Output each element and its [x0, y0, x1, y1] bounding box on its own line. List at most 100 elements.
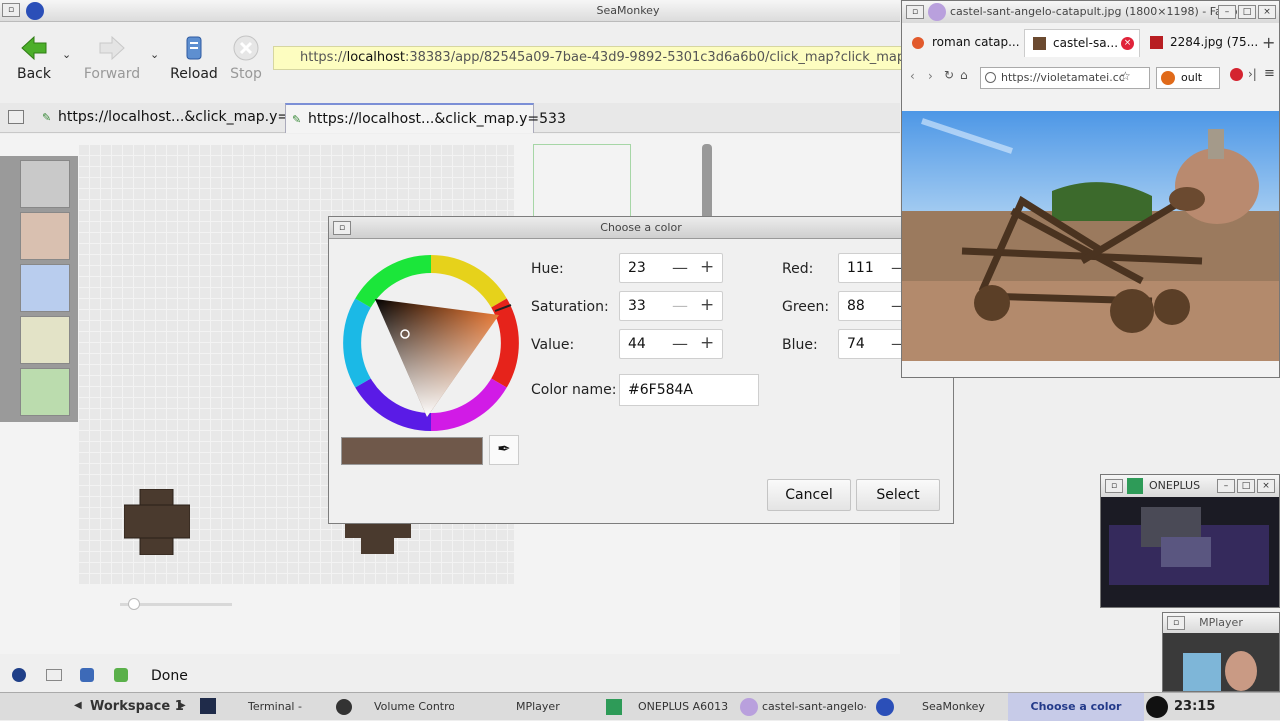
hue-wheel[interactable] [343, 255, 519, 431]
stop-button[interactable]: Stop [216, 34, 276, 82]
close-button[interactable]: × [1257, 479, 1275, 493]
composer-icon[interactable] [80, 668, 94, 682]
webcam-video [1163, 633, 1279, 691]
tab-2[interactable]: ✎ https://localhost...&click_map.y=533 [285, 103, 566, 133]
add-tool-icon[interactable] [20, 316, 70, 364]
task-label: Volume Control [374, 700, 454, 713]
site-info-icon[interactable] [985, 72, 996, 83]
falkon-tab-1[interactable]: roman catap... [904, 29, 1022, 57]
tab-list-icon[interactable] [8, 110, 24, 124]
window-menu-button[interactable]: ▫ [1105, 479, 1123, 493]
brown-pixel-shape [124, 489, 190, 555]
task-seamonkey[interactable]: SeaMonkey [874, 693, 1002, 721]
preview-frame [533, 144, 631, 224]
close-button[interactable]: × [1258, 5, 1276, 19]
address-text: https://violetamatei.cc [1001, 71, 1125, 84]
mail-icon[interactable] [46, 669, 62, 681]
cancel-button[interactable]: Cancel [767, 479, 851, 511]
hue-spinbox[interactable]: 23 — + [619, 253, 723, 283]
mplayer-window: ▫ MPlayer [1162, 612, 1280, 692]
workspace-prev-icon[interactable]: ◀ [74, 700, 82, 711]
catapult-image [902, 111, 1279, 361]
globe-icon[interactable] [12, 668, 26, 682]
increment-icon[interactable]: + [700, 333, 714, 353]
vertical-slider[interactable] [702, 144, 712, 224]
phone-screen-mirror[interactable] [1101, 497, 1279, 607]
bookmark-star-icon[interactable]: ☆ [1120, 69, 1131, 83]
window-menu-button[interactable]: ▫ [1167, 616, 1185, 630]
task-mplayer[interactable]: MPlayer [516, 693, 596, 721]
task-label: Terminal - [248, 700, 302, 713]
forward-icon[interactable]: › [928, 69, 933, 83]
url-prefix: https:// [300, 50, 347, 65]
menu-icon[interactable]: ≡ [1264, 66, 1275, 81]
oneplus-titlebar: ▫ ONEPLUS – □ × [1101, 475, 1279, 497]
forward-button[interactable]: Forward [82, 34, 142, 82]
paint-brush-tool-icon[interactable] [20, 212, 70, 260]
url-field[interactable]: https://localhost:38383/app/82545a09-7ba… [273, 46, 913, 70]
task-label: MPlayer [516, 700, 560, 713]
task-choose-a-color[interactable]: Choose a color [1008, 693, 1144, 721]
back-icon[interactable]: ‹ [910, 69, 915, 83]
new-file-tool-icon[interactable] [20, 160, 70, 208]
minimize-button[interactable]: – [1218, 5, 1236, 19]
dialog-title: Choose a color [600, 221, 682, 234]
url-host: localhost [346, 50, 405, 65]
window-menu-button[interactable]: ▫ [906, 5, 924, 19]
adblock-icon[interactable] [1230, 68, 1243, 81]
saturation-spinbox[interactable]: 33 — + [619, 291, 723, 321]
falkon-tab-2[interactable]: castel-sa... × [1024, 29, 1140, 57]
url-path: :38383/app/82545a09-7bae-43d9-9892-5301c… [404, 50, 913, 65]
falkon-search-field[interactable]: oult [1156, 67, 1220, 89]
back-button[interactable]: Back [4, 34, 64, 82]
workspace-next-icon[interactable]: ▶ [178, 700, 186, 711]
task-terminal[interactable]: Terminal - [196, 693, 326, 721]
select-button[interactable]: Select [856, 479, 940, 511]
hue-label: Hue: [531, 261, 564, 277]
maximize-button[interactable]: □ [1237, 479, 1255, 493]
back-dropdown-icon[interactable]: ⌄ [62, 48, 71, 61]
search-engine-icon[interactable] [1161, 71, 1175, 85]
increment-icon[interactable]: + [700, 295, 714, 315]
seamonkey-icon [876, 698, 894, 716]
eyedropper-button[interactable]: ✒ [489, 435, 519, 465]
color-name-field[interactable]: #6F584A [619, 374, 759, 406]
decrement-icon[interactable]: — [672, 296, 688, 315]
green-value: 88 [847, 298, 865, 314]
falkon-tab-3[interactable]: 2284.jpg (75... [1142, 29, 1260, 57]
value-spinbox[interactable]: 44 — + [619, 329, 723, 359]
tab-1[interactable]: ✎ https://localhost...&click_map.y=177 [36, 103, 316, 133]
favicon-icon: ✎ [42, 111, 52, 124]
task-falkon[interactable]: castel-sant-angelo-c [738, 693, 866, 721]
reload-button[interactable]: Reload [164, 34, 224, 82]
volume-icon [336, 699, 352, 715]
increment-icon[interactable]: + [700, 257, 714, 277]
minimize-button[interactable]: – [1217, 479, 1235, 493]
tab-label: https://localhost...&click_map.y=177 [58, 109, 316, 125]
reload-icon[interactable]: ↻ [944, 68, 954, 82]
tray-app-icon[interactable] [1146, 696, 1168, 718]
move-tool-icon[interactable] [20, 264, 70, 312]
value-value: 44 [628, 336, 646, 352]
decrement-icon[interactable]: — [672, 334, 688, 353]
maximize-button[interactable]: □ [1238, 5, 1256, 19]
task-oneplus[interactable]: ONEPLUS A6013 [604, 693, 732, 721]
seamonkey-titlebar: ▫ SeaMonkey [0, 0, 900, 22]
decrement-icon[interactable]: — [672, 258, 688, 277]
brown-pixel-shape-2 [345, 522, 411, 554]
back-arrow-icon [21, 35, 47, 61]
down-arrow-tool-icon[interactable] [20, 368, 70, 416]
scrcpy-logo-icon [1127, 478, 1143, 494]
home-icon[interactable]: ⌂ [960, 68, 968, 82]
catapult-photo[interactable] [902, 111, 1279, 361]
dialog-menu-button[interactable]: ▫ [333, 221, 351, 235]
more-tools-icon[interactable]: ›| [1248, 67, 1257, 81]
close-tab-icon[interactable]: × [1121, 37, 1134, 50]
oneplus-window: ▫ ONEPLUS – □ × [1100, 474, 1280, 608]
new-tab-icon[interactable]: + [1262, 33, 1275, 52]
forward-dropdown-icon[interactable]: ⌄ [150, 48, 159, 61]
zoom-slider-handle[interactable] [128, 598, 140, 610]
color-name-label: Color name: [531, 382, 617, 398]
task-volume-control[interactable]: Volume Control [334, 693, 454, 721]
chat-icon[interactable] [114, 668, 128, 682]
